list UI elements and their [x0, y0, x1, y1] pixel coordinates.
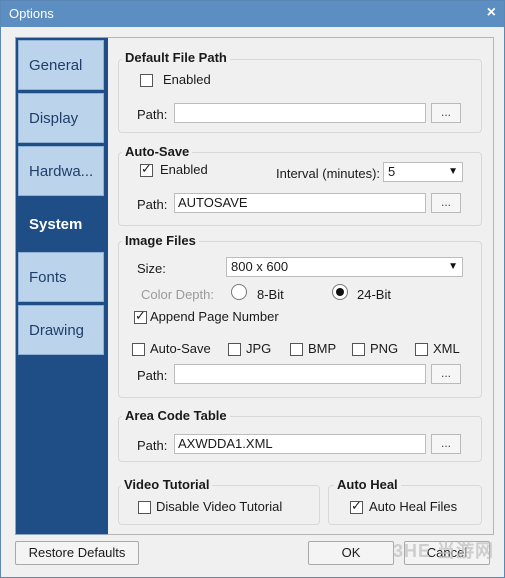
format-autosave-checkbox[interactable]	[132, 343, 145, 356]
restore-defaults-button[interactable]: Restore Defaults	[15, 541, 139, 565]
size-label: Size:	[137, 261, 166, 276]
interval-dropdown[interactable]: 5 ▼	[383, 162, 463, 182]
auto-heal-files-label: Auto Heal Files	[369, 499, 458, 514]
system-panel: Default File Path Enabled Path: ... Auto…	[108, 37, 494, 535]
tab-fonts[interactable]: Fonts	[18, 252, 104, 302]
image-files-browse-button[interactable]: ...	[431, 364, 461, 384]
area-code-path-label: Path:	[137, 438, 168, 453]
area-code-browse-button[interactable]: ...	[431, 434, 461, 454]
image-files-path-label: Path:	[137, 368, 168, 383]
depth-24bit-label: 24-Bit	[357, 287, 391, 302]
area-code-path-input[interactable]: AXWDDA1.XML	[174, 434, 426, 454]
disable-video-tutorial-checkbox[interactable]	[138, 501, 151, 514]
image-files-heading: Image Files	[122, 233, 199, 248]
format-png-label: PNG	[370, 341, 399, 356]
radio-dot-icon	[336, 288, 344, 296]
tab-drawing[interactable]: Drawing	[18, 305, 104, 355]
append-page-number-label: Append Page Number	[150, 309, 279, 324]
tab-general[interactable]: General	[18, 40, 104, 90]
interval-label: Interval (minutes):	[276, 166, 381, 181]
depth-24bit-radio[interactable]	[332, 284, 348, 300]
auto-save-enabled-checkbox[interactable]: ✓	[140, 161, 153, 177]
tab-strip: General Display Hardwa... System Fonts D…	[15, 37, 109, 535]
default-file-path-heading: Default File Path	[122, 50, 230, 65]
default-path-label: Path:	[137, 107, 168, 122]
auto-save-heading: Auto-Save	[122, 144, 193, 159]
chevron-down-icon: ▼	[448, 261, 458, 272]
tab-system[interactable]: System	[18, 199, 104, 249]
close-icon[interactable]: ×	[487, 4, 496, 22]
checkmark-icon: ✓	[135, 308, 146, 323]
default-path-browse-button[interactable]: ...	[431, 103, 461, 123]
size-value: 800 x 600	[231, 259, 289, 274]
append-page-number-checkbox[interactable]: ✓	[134, 308, 147, 324]
format-jpg-label: JPG	[246, 341, 272, 356]
checkmark-icon: ✓	[351, 498, 362, 513]
size-dropdown[interactable]: 800 x 600 ▼	[226, 257, 463, 277]
default-path-input[interactable]	[174, 103, 426, 123]
chevron-down-icon: ▼	[448, 166, 458, 177]
format-png-checkbox[interactable]	[352, 343, 365, 356]
format-xml-label: XML	[433, 341, 460, 356]
color-depth-label: Color Depth:	[141, 287, 214, 302]
default-path-enabled-label: Enabled	[163, 72, 211, 87]
ok-button[interactable]: OK	[308, 541, 394, 565]
title-bar[interactable]: Options ×	[1, 1, 504, 27]
default-path-enabled-checkbox[interactable]	[140, 74, 153, 87]
auto-save-enabled-label: Enabled	[160, 162, 208, 177]
auto-save-browse-button[interactable]: ...	[431, 193, 461, 213]
auto-save-path-input[interactable]: AUTOSAVE	[174, 193, 426, 213]
auto-save-path-label: Path:	[137, 197, 168, 212]
format-jpg-checkbox[interactable]	[228, 343, 241, 356]
options-window: Options × General Display Hardwa... Syst…	[0, 0, 505, 578]
format-xml-checkbox[interactable]	[415, 343, 428, 356]
tab-hardware[interactable]: Hardwa...	[18, 146, 104, 196]
auto-heal-files-checkbox[interactable]: ✓	[350, 498, 363, 514]
format-bmp-label: BMP	[308, 341, 337, 356]
tab-display[interactable]: Display	[18, 93, 104, 143]
image-files-path-input[interactable]	[174, 364, 426, 384]
video-tutorial-heading: Video Tutorial	[121, 477, 213, 492]
area-code-heading: Area Code Table	[122, 408, 230, 423]
format-bmp-checkbox[interactable]	[290, 343, 303, 356]
interval-value: 5	[388, 164, 396, 179]
disable-video-tutorial-label: Disable Video Tutorial	[156, 499, 283, 514]
checkmark-icon: ✓	[141, 161, 152, 176]
format-autosave-label: Auto-Save	[150, 341, 211, 356]
auto-heal-heading: Auto Heal	[334, 477, 401, 492]
depth-8bit-label: 8-Bit	[257, 287, 284, 302]
depth-8bit-radio[interactable]	[231, 284, 247, 300]
window-title: Options	[9, 6, 54, 21]
watermark: 3HE 当游网	[392, 541, 494, 561]
